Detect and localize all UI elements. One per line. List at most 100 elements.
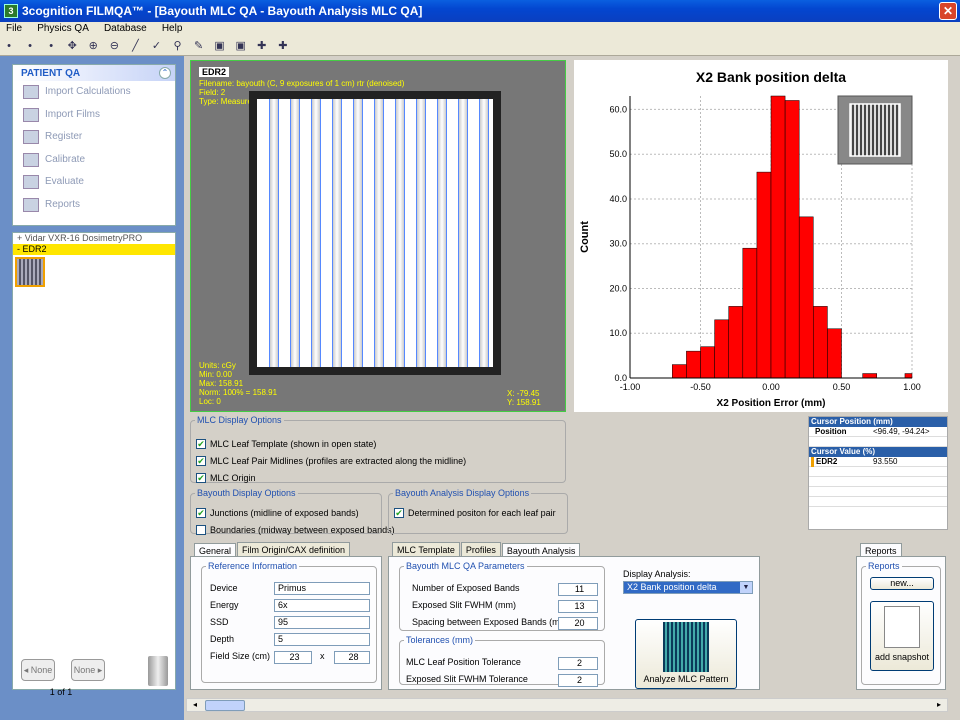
film-leaf-band xyxy=(269,99,279,367)
evaluate-icon xyxy=(23,175,39,189)
junctions-checkbox[interactable]: ✔ Junctions (midline of exposed bands) xyxy=(196,508,359,518)
film-view[interactable]: EDR2 Filename: bayouth (C, 9 exposures o… xyxy=(190,60,566,412)
line-tool-icon[interactable]: ╱ xyxy=(128,39,142,53)
zoom-in-icon[interactable]: ⊕ xyxy=(86,39,100,53)
scroll-left-icon[interactable]: ◂ xyxy=(188,700,202,711)
bayouth-analysis-display-options: Bayouth Analysis Display Options ✔ Determ… xyxy=(388,488,568,534)
menu-help[interactable]: Help xyxy=(156,22,189,36)
film-leaf-band xyxy=(374,99,384,367)
chevron-down-icon[interactable]: ▼ xyxy=(740,582,752,593)
next-button[interactable]: None ▸ xyxy=(71,659,105,681)
slit-fwhm-field[interactable]: 13 xyxy=(558,600,598,613)
cursor-value-row: EDR2 93.550 xyxy=(809,457,947,467)
y-tick-label: 30.0 xyxy=(609,239,627,249)
reports-tabs: Reports xyxy=(860,542,903,558)
horizontal-scrollbar[interactable]: ◂ ▸ xyxy=(186,698,948,712)
pen-tool-icon[interactable]: ✎ xyxy=(192,39,206,53)
tab-mlc-template[interactable]: MLC Template xyxy=(392,542,460,557)
sidebar-item-register[interactable]: Register xyxy=(13,126,175,149)
reports-legend: Reports xyxy=(868,561,900,571)
film-name-label: EDR2 xyxy=(199,67,230,77)
tool-2-icon[interactable]: • xyxy=(23,39,37,53)
tab-profiles[interactable]: Profiles xyxy=(460,542,501,557)
patient-qa-panel: PATIENT QA ⌃ Import Calculations Import … xyxy=(12,64,176,226)
tree-item-scanner[interactable]: + Vidar VXR-16 DosimetryPRO xyxy=(13,233,175,244)
prev-button[interactable]: ◂ None xyxy=(21,659,55,681)
sidebar-item-evaluate[interactable]: Evaluate xyxy=(13,171,175,194)
add-snapshot-button[interactable]: add snapshot xyxy=(870,601,934,671)
determined-position-checkbox[interactable]: ✔ Determined positon for each leaf pair xyxy=(394,508,556,518)
menu-file[interactable]: File xyxy=(0,22,28,36)
film-tree: + Vidar VXR-16 DosimetryPRO - EDR2 ◂ Non… xyxy=(12,232,176,697)
pager-text: 1 of 1 xyxy=(49,687,73,697)
device-field[interactable]: Primus xyxy=(274,582,370,595)
tool-1-icon[interactable]: • xyxy=(2,39,16,53)
trash-icon[interactable] xyxy=(148,656,168,686)
tolerances: Tolerances (mm) MLC Leaf Position Tolera… xyxy=(399,635,605,687)
mlc-leaf-template-checkbox[interactable]: ✔ MLC Leaf Template (shown in open state) xyxy=(196,439,376,449)
film-stats-line: Max: 158.91 xyxy=(199,379,244,388)
pan-icon[interactable]: ✥ xyxy=(65,39,79,53)
tool-3-icon[interactable]: • xyxy=(44,39,58,53)
new-report-button[interactable]: new... xyxy=(870,577,934,590)
tree-item-edr2[interactable]: - EDR2 xyxy=(13,244,175,255)
fit-window-icon[interactable]: ▣ xyxy=(213,39,227,53)
histogram-bar xyxy=(714,319,729,379)
film-image[interactable] xyxy=(249,91,501,375)
film-leaf-band xyxy=(437,99,447,367)
histogram-bar xyxy=(862,373,877,379)
fwhm-tolerance-field[interactable]: 2 xyxy=(558,674,598,687)
band-spacing-label: Spacing between Exposed Bands (mm) xyxy=(412,617,571,627)
check-tool-icon[interactable]: ✓ xyxy=(149,39,163,53)
display-analysis-select[interactable]: X2 Bank position delta ▼ xyxy=(623,581,753,594)
field-size-x-field[interactable]: 23 xyxy=(274,651,312,664)
boundaries-checkbox[interactable]: Boundaries (midway between exposed bands… xyxy=(196,525,395,535)
y-tick-label: 50.0 xyxy=(609,149,627,159)
checkbox-icon: ✔ xyxy=(394,508,404,518)
film-leaf-band xyxy=(353,99,363,367)
crosshair-icon[interactable]: ✚ xyxy=(255,39,269,53)
checkbox-label: MLC Leaf Pair Midlines (profiles are ext… xyxy=(210,456,467,466)
ssd-field[interactable]: 95 xyxy=(274,616,370,629)
zoom-out-icon[interactable]: ⊖ xyxy=(107,39,121,53)
sidebar-item-reports[interactable]: Reports xyxy=(13,194,175,217)
scroll-right-icon[interactable]: ▸ xyxy=(932,700,946,711)
field-size-y-field[interactable]: 28 xyxy=(334,651,370,664)
sidebar-item-import-calculations[interactable]: Import Calculations xyxy=(13,81,175,104)
scroll-thumb[interactable] xyxy=(205,700,245,711)
tab-film-origin[interactable]: Film Origin/CAX definition xyxy=(237,542,351,557)
energy-field[interactable]: 6x xyxy=(274,599,370,612)
x-tick-label: 1.00 xyxy=(903,382,921,392)
checkbox-icon: ✔ xyxy=(196,439,206,449)
film-thumbnail[interactable] xyxy=(15,257,45,287)
film-coord-line: X: -79.45 xyxy=(507,389,540,398)
pin-tool-icon[interactable]: ⚲ xyxy=(171,39,185,53)
toolbar: • • • ✥ ⊕ ⊖ ╱ ✓ ⚲ ✎ ▣ ▣ ✚ ✚ xyxy=(0,36,960,56)
fit-image-icon[interactable]: ▣ xyxy=(234,39,248,53)
band-spacing-field[interactable]: 20 xyxy=(558,617,598,630)
y-axis-label: Count xyxy=(579,221,591,253)
close-button[interactable]: ✕ xyxy=(939,2,957,20)
menu-physics-qa[interactable]: Physics QA xyxy=(31,22,95,36)
sidebar-item-import-films[interactable]: Import Films xyxy=(13,104,175,127)
menu-database[interactable]: Database xyxy=(98,22,153,36)
mlc-origin-checkbox[interactable]: ✔ MLC Origin xyxy=(196,473,256,483)
x-tick-label: 0.50 xyxy=(833,382,851,392)
film-leaf-band xyxy=(332,99,342,367)
cursor-empty-row xyxy=(809,487,947,497)
exposed-bands-field[interactable]: 11 xyxy=(558,583,598,596)
histogram-bar xyxy=(827,328,842,379)
origin-icon[interactable]: ✚ xyxy=(276,39,290,53)
depth-field[interactable]: 5 xyxy=(274,633,370,646)
next-button-label: None xyxy=(73,665,96,675)
y-tick-label: 20.0 xyxy=(609,283,627,293)
sidebar-item-calibrate[interactable]: Calibrate xyxy=(13,149,175,172)
mlc-leaf-midlines-checkbox[interactable]: ✔ MLC Leaf Pair Midlines (profiles are ex… xyxy=(196,456,466,466)
leaf-tolerance-field[interactable]: 2 xyxy=(558,657,598,670)
reports-icon xyxy=(23,197,39,212)
histogram-bar xyxy=(728,306,744,379)
collapse-icon[interactable]: ⌃ xyxy=(159,67,171,79)
analyze-mlc-button[interactable]: Analyze MLC Pattern xyxy=(635,619,737,689)
histogram-bar xyxy=(904,373,913,379)
ssd-label: SSD xyxy=(210,617,229,627)
